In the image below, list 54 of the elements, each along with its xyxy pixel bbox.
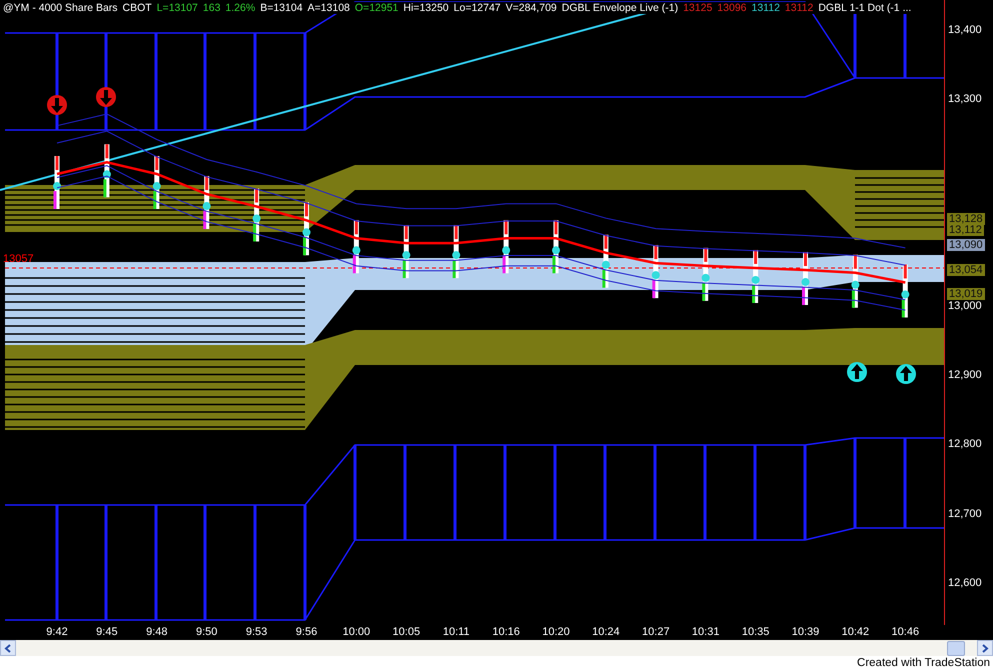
time-tick: 10:11 bbox=[442, 626, 471, 638]
time-tick: 9:48 bbox=[145, 626, 168, 638]
header-text: DGBL Envelope Live (-1) bbox=[562, 2, 678, 14]
header-text: DGBL 1-1 Dot (-1 ... bbox=[818, 2, 912, 14]
header-text: Hi=13250 bbox=[403, 2, 449, 14]
scroll-left-button[interactable] bbox=[0, 640, 16, 656]
header-text: 13112 bbox=[784, 2, 814, 14]
price-marker: 13,128 bbox=[947, 212, 985, 225]
scroll-right-button[interactable] bbox=[977, 640, 993, 656]
time-tick: 9:42 bbox=[45, 626, 69, 638]
price-tick: 13,000 bbox=[948, 300, 982, 312]
header-text: V=284,709 bbox=[506, 2, 557, 14]
time-tick: 10:24 bbox=[591, 626, 621, 638]
time-tick: 10:20 bbox=[541, 626, 571, 638]
time-tick: 10:35 bbox=[740, 626, 770, 638]
time-tick: 10:27 bbox=[641, 626, 671, 638]
header-text: 163 bbox=[202, 2, 220, 14]
header-text: 1.26% bbox=[225, 2, 256, 14]
price-level-label: 13057 bbox=[3, 252, 34, 265]
scrollbar-thumb[interactable] bbox=[947, 641, 965, 656]
price-tick: 12,700 bbox=[948, 508, 982, 520]
header-text: 13125 bbox=[683, 2, 712, 14]
time-tick: 10:42 bbox=[840, 626, 870, 638]
price-tick: 12,600 bbox=[948, 576, 982, 589]
price-marker: 13,019 bbox=[947, 288, 985, 300]
price-tick: 12,800 bbox=[948, 438, 982, 450]
price-marker: 13,090 bbox=[947, 239, 985, 252]
time-tick: 10:05 bbox=[392, 626, 422, 638]
price-tick: 13,300 bbox=[948, 93, 982, 106]
price-marker: 13,054 bbox=[947, 264, 985, 276]
header-text: O=12951 bbox=[354, 2, 398, 14]
header-text: L=13107 bbox=[156, 2, 198, 14]
header-text: A=13108 bbox=[308, 2, 350, 14]
price-tick: 13,400 bbox=[948, 24, 982, 36]
left-chevron-icon bbox=[4, 644, 12, 652]
price-tick: 12,900 bbox=[948, 369, 982, 382]
time-tick: 10:31 bbox=[690, 626, 720, 638]
time-tick: 9:45 bbox=[95, 626, 119, 638]
right-chevron-icon bbox=[981, 644, 989, 652]
time-tick: 10:39 bbox=[790, 626, 820, 638]
time-tick: 10:00 bbox=[342, 626, 372, 638]
header-text: CBOT bbox=[122, 2, 152, 14]
time-tick: 9:50 bbox=[194, 626, 218, 638]
time-tick: 10:46 bbox=[890, 626, 920, 638]
header-text: B=13104 bbox=[260, 2, 303, 14]
header-text: @YM - 4000 Share Bars bbox=[3, 2, 118, 14]
time-tick: 9:53 bbox=[244, 626, 268, 638]
time-tick: 10:16 bbox=[491, 626, 521, 638]
header-text: 13112 bbox=[752, 2, 780, 14]
footer-text: Created with TradeStation bbox=[857, 657, 990, 669]
price-marker: 13,112 bbox=[947, 224, 984, 236]
header-text: Lo=12747 bbox=[454, 2, 501, 14]
header-text: 13096 bbox=[717, 2, 746, 14]
time-tick: 9:56 bbox=[294, 626, 318, 638]
